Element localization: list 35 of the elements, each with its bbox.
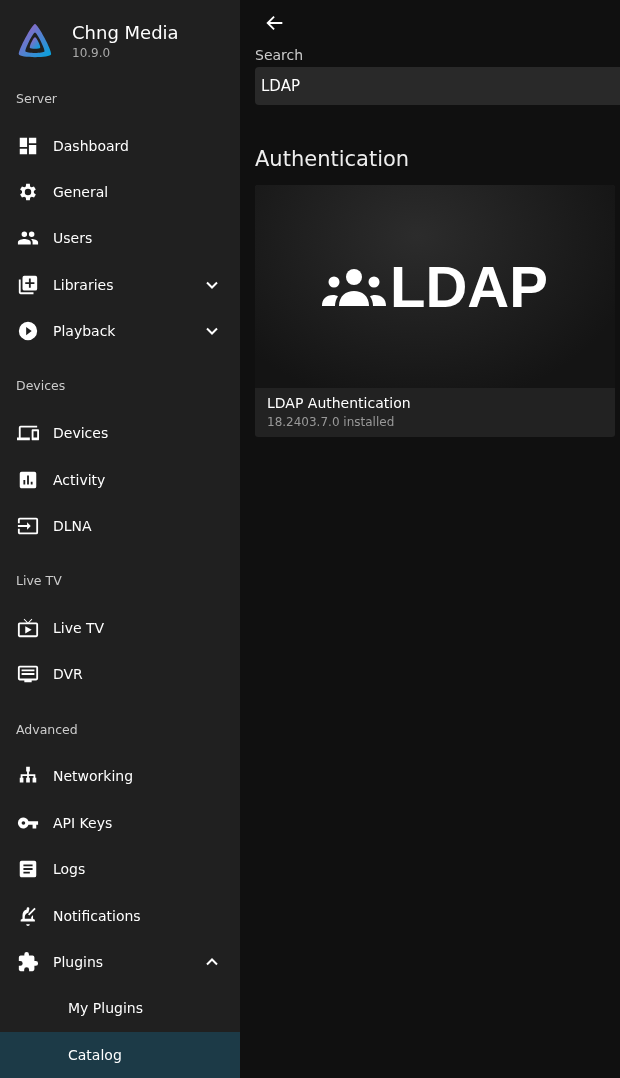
nav-item[interactable]: Live TV xyxy=(0,604,240,652)
nav-item[interactable]: Activity xyxy=(0,456,240,503)
people-icon xyxy=(322,266,387,307)
play-icon xyxy=(17,320,39,343)
nav-item[interactable]: Devices xyxy=(0,410,240,457)
nav-item[interactable]: Logs xyxy=(0,846,240,893)
search-label: Search xyxy=(255,47,304,63)
section-header: Live TV xyxy=(16,573,62,589)
nav-item[interactable]: My Plugins xyxy=(0,985,240,1032)
tv-icon xyxy=(17,617,39,640)
nav-item[interactable]: Catalog xyxy=(0,1031,240,1078)
nav-item[interactable]: Users xyxy=(0,215,240,262)
nav-item[interactable]: Libraries xyxy=(0,261,240,309)
nav-item[interactable]: API Keys xyxy=(0,799,240,846)
nav-item[interactable]: Plugins xyxy=(0,938,240,986)
category-heading: Authentication xyxy=(255,147,410,171)
nav-item[interactable]: DVR xyxy=(0,651,240,698)
plugin-card[interactable]: LDAP LDAP Authentication 18.2403.7.0 installed xyxy=(255,185,615,437)
nav-item[interactable]: General xyxy=(0,168,240,216)
section-header: Advanced xyxy=(16,721,78,737)
nav-item[interactable]: Dashboard xyxy=(0,122,240,169)
nav-item[interactable]: Networking xyxy=(0,753,240,800)
puzzle-icon xyxy=(17,951,39,973)
section-header: Server xyxy=(16,90,57,106)
plugin-name: LDAP Authentication xyxy=(267,395,412,411)
nav-item[interactable]: DLNA xyxy=(0,502,240,550)
search-field[interactable]: LDAP xyxy=(255,67,620,105)
plugin-status: 18.2403.7.0 installed xyxy=(267,415,396,429)
nav-item[interactable]: Notifications xyxy=(0,892,240,939)
nav-item[interactable]: Playback xyxy=(0,308,240,355)
server-name: Chng Media xyxy=(72,22,179,44)
section-header: Devices xyxy=(16,378,66,394)
server-version: 10.9.0 xyxy=(72,46,112,61)
plugin-logo-text: LDAP xyxy=(390,253,548,320)
library-icon xyxy=(17,273,39,296)
